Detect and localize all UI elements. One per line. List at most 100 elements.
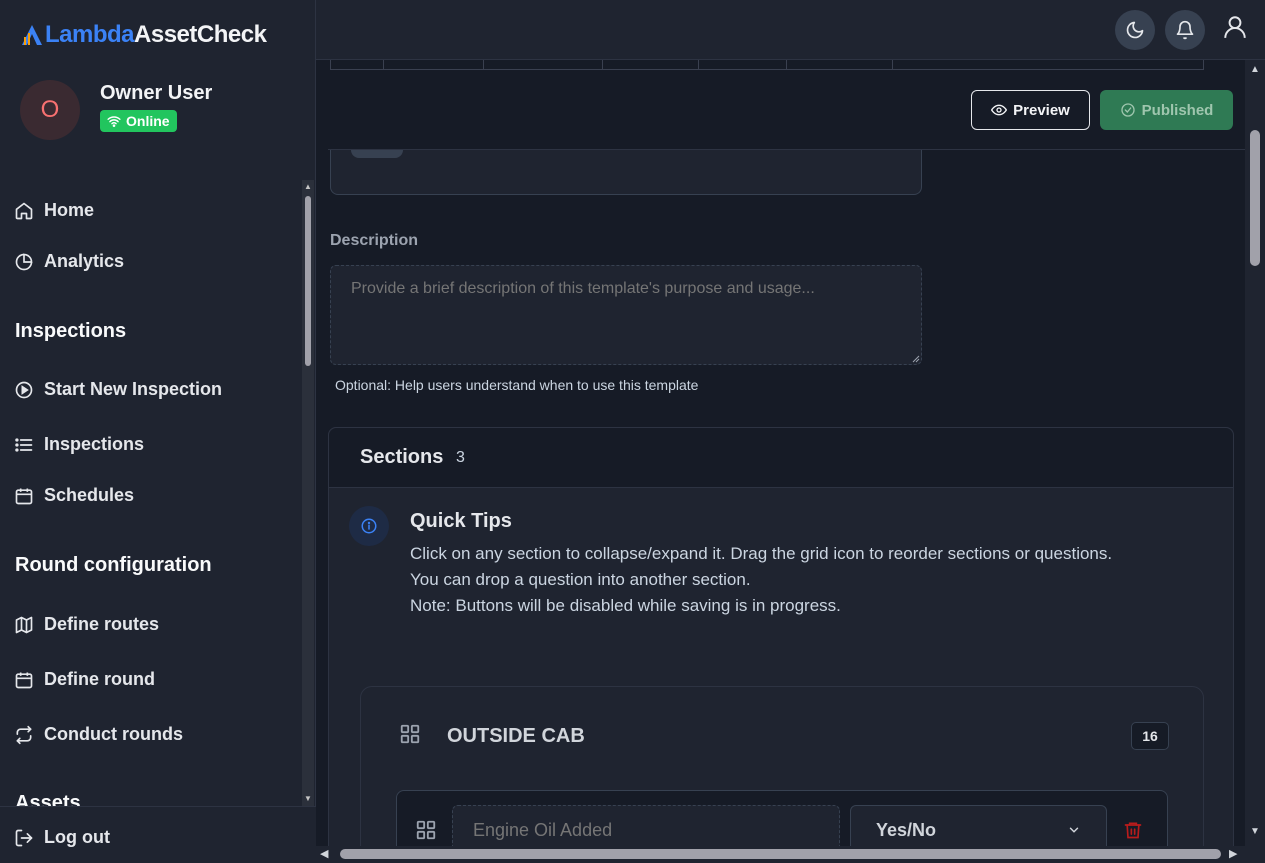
logout-icon [15, 829, 33, 846]
logo-assetcheck-text: AssetCheck [134, 21, 267, 48]
trash-icon[interactable] [1123, 819, 1143, 841]
notifications-button[interactable] [1165, 10, 1205, 50]
check-circle-icon [1120, 103, 1135, 117]
fields-table-fragment: Ty Type [330, 60, 1204, 70]
sidebar-item-start-new-inspection[interactable]: Start New Inspection [14, 379, 222, 400]
main-vertical-scrollbar[interactable]: ▲ ▼ [1245, 60, 1265, 846]
logo-lambda-text: Lambda [45, 21, 135, 48]
sidebar-item-label: Schedules [44, 485, 135, 505]
sidebar-scrollbar[interactable]: ▲ ▼ [302, 180, 314, 806]
sidebar-item-label: Analytics [44, 251, 125, 271]
question-count-badge: 16 [1131, 722, 1169, 750]
scroll-down-arrow-icon[interactable]: ▼ [304, 794, 312, 803]
table-header-type: Type [809, 60, 843, 61]
sidebar-item-label: Start New Inspection [44, 379, 223, 399]
scroll-up-arrow-icon[interactable]: ▲ [1250, 64, 1260, 75]
sidebar-item-label: Define round [44, 669, 155, 689]
answer-type-select[interactable]: Yes/No [850, 805, 1107, 846]
home-icon [15, 202, 33, 219]
table-divider [483, 60, 484, 70]
main-content: Ty Type Preview Published Description [316, 60, 1245, 846]
question-row: Yes/No [396, 790, 1168, 846]
logout-button[interactable]: Log out [14, 827, 110, 848]
sections-count: 3 [456, 449, 465, 466]
tips-line: Click on any section to collapse/expand … [410, 544, 1113, 563]
sidebar-item-analytics[interactable]: Analytics [14, 251, 124, 272]
scroll-down-arrow-icon[interactable]: ▼ [1250, 826, 1260, 837]
logout-label: Log out [44, 827, 110, 847]
sidebar: Lambda AssetCheck O Owner User Online Hom… [0, 0, 316, 863]
app-logo[interactable]: Lambda AssetCheck [20, 20, 267, 50]
profile-info: Owner User Online [100, 82, 212, 133]
user-menu-icon[interactable] [1222, 14, 1248, 40]
description-label: Description [330, 232, 419, 249]
resize-handle-icon[interactable] [910, 353, 920, 363]
scroll-up-arrow-icon[interactable]: ▲ [304, 182, 312, 191]
preview-button[interactable]: Preview [971, 90, 1090, 130]
logout-area: Log out [0, 806, 316, 863]
logo-mark-icon [22, 25, 42, 45]
play-circle-icon [15, 381, 33, 398]
topbar [316, 0, 1265, 60]
sidebar-nav: Home Analytics Inspections Start New Ins… [0, 180, 300, 806]
wifi-icon [107, 116, 121, 127]
scroll-left-arrow-icon[interactable]: ◀ [320, 847, 328, 860]
preview-label: Preview [1013, 101, 1070, 119]
bell-icon [1176, 20, 1194, 40]
sidebar-item-inspections[interactable]: Inspections [14, 434, 144, 455]
status-text: Online [126, 113, 170, 129]
moon-icon [1126, 21, 1144, 39]
question-text-input[interactable] [452, 805, 840, 846]
published-button[interactable]: Published [1100, 90, 1233, 130]
avatar[interactable]: O [20, 80, 80, 140]
sections-panel: Sections 3 Quick Tips Click on any secti… [328, 427, 1234, 846]
profile-name: Owner User [100, 82, 213, 104]
grid-drag-icon[interactable] [415, 819, 437, 841]
info-icon [349, 506, 389, 546]
main-vertical-scroll-thumb[interactable] [1250, 130, 1260, 266]
published-label: Published [1141, 101, 1214, 119]
eye-icon [991, 104, 1008, 116]
sidebar-item-schedules[interactable]: Schedules [14, 485, 134, 506]
calendar-icon [15, 488, 33, 504]
description-textarea[interactable] [330, 265, 922, 365]
main-horizontal-scroll-thumb[interactable] [340, 849, 1221, 859]
grid-drag-icon[interactable] [399, 723, 421, 745]
tips-title: Quick Tips [410, 510, 512, 532]
section-name: OUTSIDE CAB [447, 725, 585, 747]
sidebar-item-define-routes[interactable]: Define routes [14, 614, 159, 635]
settings-card-bottom [330, 150, 922, 195]
nav-heading-round-configuration: Round configuration [15, 554, 212, 576]
sidebar-scroll-thumb[interactable] [305, 196, 311, 366]
tips-line: You can drop a question into another sec… [410, 570, 751, 589]
table-divider [786, 60, 787, 70]
list-icon [15, 437, 33, 452]
sidebar-item-conduct-rounds[interactable]: Conduct rounds [14, 724, 183, 745]
sidebar-item-define-round[interactable]: Define round [14, 669, 155, 690]
status-badge: Online [100, 110, 177, 132]
scrollbar-corner [1245, 846, 1265, 863]
sidebar-item-label: Home [44, 200, 95, 220]
toggle-switch[interactable] [351, 150, 403, 158]
app-root: Lambda AssetCheck O Owner User Online Hom… [0, 0, 1265, 863]
scroll-right-arrow-icon[interactable]: ▶ [1229, 847, 1237, 860]
theme-toggle-button[interactable] [1115, 10, 1155, 50]
pie-chart-icon [15, 253, 33, 270]
repeat-icon [16, 725, 32, 744]
sidebar-item-label: Inspections [44, 434, 145, 454]
action-bar: Preview Published [328, 70, 1245, 150]
sidebar-item-home[interactable]: Home [14, 200, 94, 221]
table-divider [892, 60, 893, 70]
tips-line: Note: Buttons will be disabled while sav… [410, 596, 841, 615]
sections-title: Sections [360, 446, 444, 468]
answer-type-value: Yes/No [876, 819, 937, 840]
description-help-text: Optional: Help users understand when to … [335, 377, 699, 393]
main-horizontal-scrollbar[interactable]: ◀ ▶ [316, 846, 1245, 863]
chevron-down-icon [1069, 827, 1079, 833]
map-icon [15, 616, 33, 633]
section-card[interactable]: OUTSIDE CAB 16 Yes/No [360, 686, 1204, 846]
sidebar-item-label: Define routes [44, 614, 160, 634]
user-profile: O Owner User Online [20, 80, 212, 140]
table-divider [602, 60, 603, 70]
table-divider [383, 60, 384, 70]
